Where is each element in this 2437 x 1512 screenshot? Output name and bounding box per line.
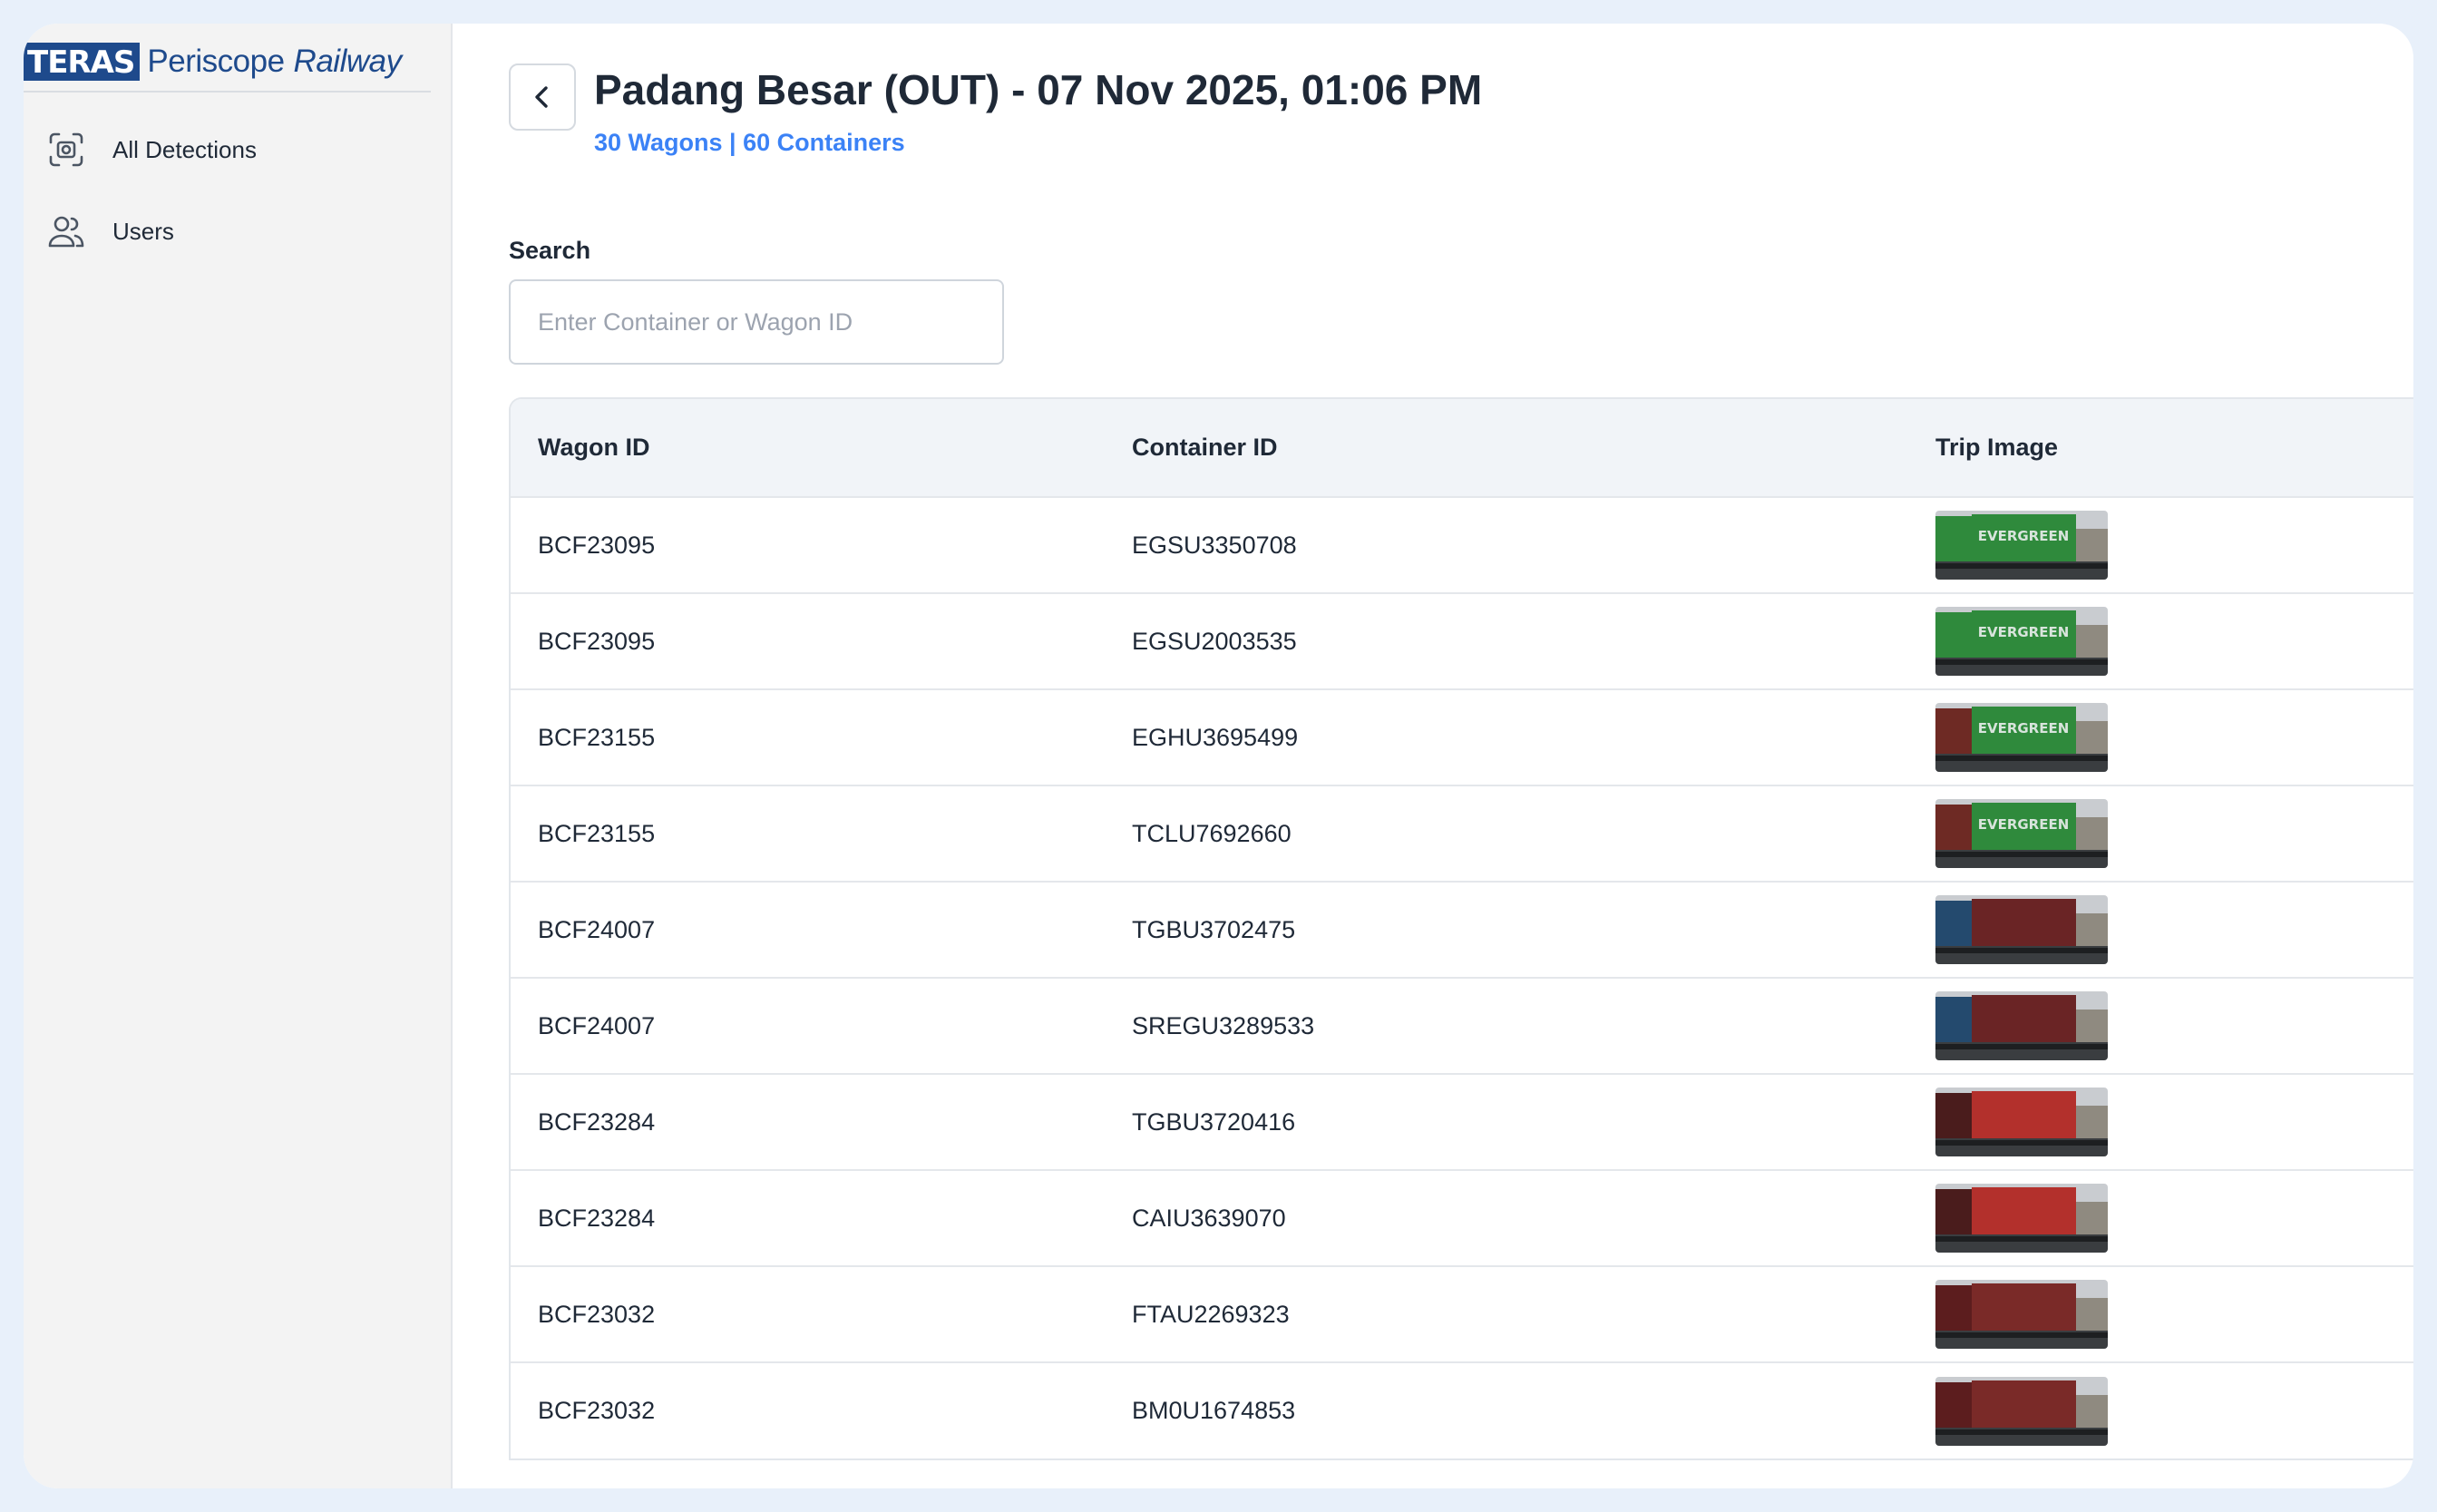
wagon-id-cell: BCF23284	[538, 1204, 656, 1232]
trip-image-thumbnail[interactable]	[1935, 991, 2108, 1060]
container-id-cell: EGSU2003535	[1132, 627, 1297, 655]
container-id-cell: FTAU2269323	[1132, 1300, 1290, 1328]
container-id-cell: BM0U1674853	[1132, 1397, 1296, 1424]
table-row[interactable]: BCF23032 FTAU2269323	[511, 1266, 2413, 1362]
column-header-trip-image: Trip Image	[1935, 434, 2059, 461]
column-header-container-id: Container ID	[1132, 434, 1278, 461]
trip-image-thumbnail[interactable]	[1935, 1376, 2108, 1446]
search-input[interactable]	[509, 279, 1004, 365]
search-label: Search	[509, 237, 591, 264]
table-row[interactable]: BCF23032 BM0U1674853	[511, 1362, 2413, 1458]
wagon-id-cell: BCF24007	[538, 915, 656, 943]
page-header: Padang Besar (OUT) - 07 Nov 2025, 01:06 …	[509, 63, 2413, 157]
trip-image-thumbnail[interactable]	[1935, 1088, 2108, 1156]
trip-image-thumbnail[interactable]: EVERGREEN	[1935, 703, 2108, 772]
table-row[interactable]: BCF24007 TGBU3702475	[511, 882, 2413, 978]
table-row[interactable]: BCF23155 TCLU7692660 EVERGREEN	[511, 785, 2413, 882]
container-id-cell: TCLU7692660	[1132, 819, 1292, 847]
trip-image-cell: EVERGREEN	[1908, 689, 2413, 785]
trip-image-cell	[1908, 978, 2413, 1074]
container-id-cell: EGSU3350708	[1132, 531, 1297, 559]
trip-image-cell	[1908, 882, 2413, 978]
table-row[interactable]: BCF23095 EGSU3350708 EVERGREEN	[511, 497, 2413, 593]
table-row[interactable]: BCF24007 SREGU3289533	[511, 978, 2413, 1074]
wagon-id-cell: BCF23095	[538, 627, 656, 655]
container-id-cell: TGBU3702475	[1132, 915, 1296, 943]
container-id-cell: SREGU3289533	[1132, 1011, 1315, 1039]
table-row[interactable]: BCF23155 EGHU3695499 EVERGREEN	[511, 689, 2413, 785]
trip-summary: 30 Wagons | 60 Containers	[594, 129, 905, 156]
brand-name: Periscope	[147, 44, 285, 79]
column-header-wagon-id: Wagon ID	[538, 434, 650, 461]
trip-image-cell: EVERGREEN	[1908, 497, 2413, 593]
sidebar-item-users[interactable]: Users	[24, 190, 431, 272]
trip-image-thumbnail[interactable]: EVERGREEN	[1935, 511, 2108, 580]
trip-image-cell	[1908, 1362, 2413, 1458]
brand-logo: TERAS Periscope Railway	[24, 24, 431, 93]
container-brand-text: EVERGREEN	[1978, 528, 2070, 544]
wagon-id-cell: BCF23032	[538, 1300, 656, 1328]
sidebar-item-label: All Detections	[112, 135, 257, 163]
scan-icon	[49, 132, 83, 167]
chevron-left-icon	[535, 86, 548, 108]
trip-image-thumbnail[interactable]: EVERGREEN	[1935, 607, 2108, 676]
wagon-id-cell: BCF23284	[538, 1107, 656, 1136]
table-row[interactable]: BCF23284 TGBU3720416	[511, 1074, 2413, 1170]
trip-image-thumbnail[interactable]	[1935, 895, 2108, 964]
back-button[interactable]	[509, 63, 576, 131]
detections-table: Wagon ID Container ID Trip Image BCF2309…	[509, 397, 2413, 1460]
sidebar-nav: All Detections Users	[24, 93, 431, 272]
trip-image-cell: EVERGREEN	[1908, 785, 2413, 882]
wagon-id-cell: BCF23155	[538, 723, 656, 751]
trip-image-thumbnail[interactable]	[1935, 1184, 2108, 1253]
container-brand-text: EVERGREEN	[1978, 816, 2070, 833]
container-id-cell: CAIU3639070	[1132, 1204, 1286, 1232]
trip-image-cell: EVERGREEN	[1908, 593, 2413, 689]
trip-image-cell	[1908, 1074, 2413, 1170]
users-icon	[48, 216, 84, 248]
table-header-row: Wagon ID Container ID Trip Image	[511, 399, 2413, 497]
sidebar-item-all-detections[interactable]: All Detections	[24, 109, 431, 190]
main-content: Padang Besar (OUT) - 07 Nov 2025, 01:06 …	[453, 24, 2413, 1488]
container-brand-text: EVERGREEN	[1978, 624, 2070, 640]
trip-image-cell	[1908, 1170, 2413, 1266]
container-brand-text: EVERGREEN	[1978, 720, 2070, 736]
sidebar-item-label: Users	[112, 217, 174, 245]
wagon-id-cell: BCF23032	[538, 1397, 656, 1424]
wagon-id-cell: BCF23095	[538, 531, 656, 559]
trip-image-cell	[1908, 1266, 2413, 1362]
sidebar: TERAS Periscope Railway All Detections U…	[24, 24, 453, 1488]
container-id-cell: EGHU3695499	[1132, 723, 1299, 751]
trip-image-thumbnail[interactable]	[1935, 1280, 2108, 1349]
brand-mark: TERAS	[24, 43, 141, 81]
wagon-id-cell: BCF24007	[538, 1011, 656, 1039]
table-row[interactable]: BCF23095 EGSU2003535 EVERGREEN	[511, 593, 2413, 689]
table-row[interactable]: BCF23284 CAIU3639070	[511, 1170, 2413, 1266]
page-title: Padang Besar (OUT) - 07 Nov 2025, 01:06 …	[594, 66, 1483, 113]
trip-image-thumbnail[interactable]: EVERGREEN	[1935, 799, 2108, 868]
app-window: TERAS Periscope Railway All Detections U…	[24, 24, 2413, 1488]
wagon-id-cell: BCF23155	[538, 819, 656, 847]
brand-sub: Railway	[293, 44, 403, 79]
table-body: BCF23095 EGSU3350708 EVERGREEN BCF23095 EGSU…	[511, 497, 2413, 1458]
container-id-cell: TGBU3720416	[1132, 1107, 1296, 1136]
